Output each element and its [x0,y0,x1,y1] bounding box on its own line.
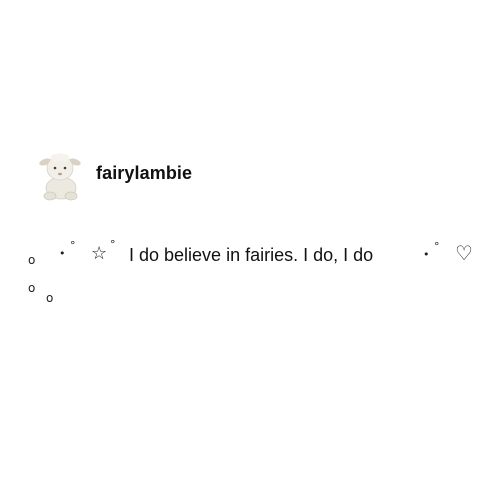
heart-icon: ♡ [455,241,473,265]
post-card: fairylambie o • ° ☆ ° I do believe in fa… [0,0,500,500]
degree-decoration: ° [434,240,440,253]
degree-decoration: ° [70,239,76,252]
post-body-text: I do believe in fairies. I do, I do [129,245,374,265]
post-author[interactable]: fairylambie [34,150,192,202]
dot-decoration: • [59,247,66,260]
ring-decoration: o [28,253,36,267]
dot-decoration: • [423,248,430,261]
degree-decoration: ° [110,238,116,251]
username[interactable]: fairylambie [96,163,192,184]
ring-decoration: o [46,291,54,305]
lamb-plush-avatar[interactable] [34,150,86,202]
ring-decoration: o [28,281,36,295]
star-icon: ☆ [91,243,108,264]
